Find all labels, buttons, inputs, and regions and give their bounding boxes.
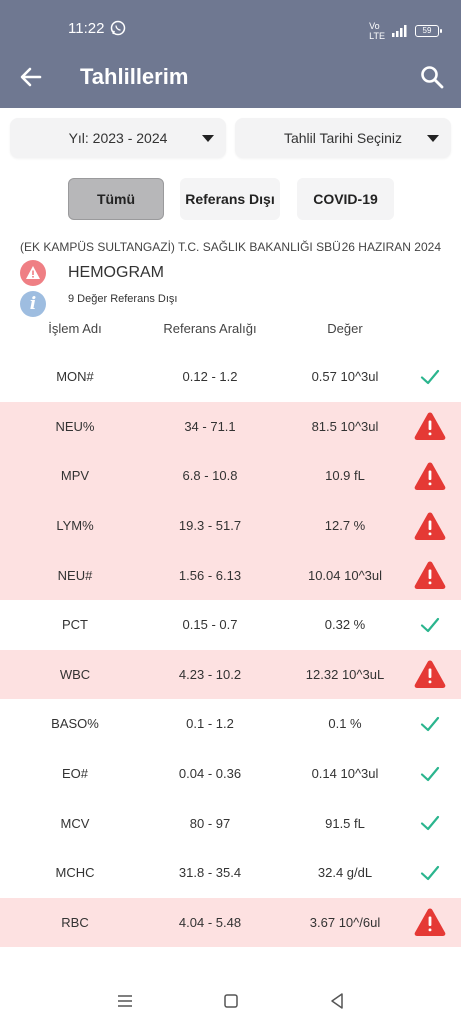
app-bar: Tahlillerim bbox=[0, 48, 461, 108]
test-date-dropdown-label: Tahlil Tarihi Seçiniz bbox=[283, 130, 402, 146]
caret-down-icon bbox=[427, 135, 439, 142]
test-param-name: EO# bbox=[61, 766, 88, 782]
reference-range: 80 - 97 bbox=[189, 815, 231, 831]
column-header-range: Referans Aralığı bbox=[163, 321, 257, 336]
check-icon bbox=[410, 749, 450, 799]
warning-triangle-icon bbox=[410, 650, 450, 700]
column-header-name: İşlem Adı bbox=[48, 321, 102, 336]
warning-triangle-icon bbox=[410, 898, 450, 948]
table-row: MON# 0.12 - 1.2 0.57 10^3ul bbox=[0, 352, 461, 402]
year-dropdown-label: Yıl: 2023 - 2024 bbox=[68, 130, 168, 146]
report-date: 26 HAZIRAN 2024 bbox=[341, 240, 441, 254]
result-value: 3.67 10^/6ul bbox=[309, 914, 381, 930]
signal-icon bbox=[392, 25, 407, 37]
table-row: LYM% 19.3 - 51.7 12.7 % bbox=[0, 500, 461, 551]
reference-range: 1.56 - 6.13 bbox=[178, 567, 242, 583]
info-icon: i bbox=[20, 291, 46, 317]
result-value: 10.04 10^3ul bbox=[307, 567, 383, 583]
result-value: 0.57 10^3ul bbox=[311, 369, 379, 385]
test-date-dropdown[interactable]: Tahlil Tarihi Seçiniz bbox=[235, 118, 451, 158]
table-row: NEU# 1.56 - 6.13 10.04 10^3ul bbox=[0, 550, 461, 600]
warning-triangle-icon bbox=[410, 451, 450, 501]
test-name: HEMOGRAM bbox=[68, 264, 164, 281]
tab-covid[interactable]: COVID-19 bbox=[297, 178, 394, 220]
lab-name: (EK KAMPÜS SULTANGAZİ) T.C. SAĞLIK BAKAN… bbox=[20, 240, 341, 254]
table-row: NEU% 34 - 71.1 81.5 10^3ul bbox=[0, 401, 461, 452]
test-param-name: MPV bbox=[60, 468, 90, 484]
column-header-value: Değer bbox=[327, 321, 363, 336]
reference-range: 0.1 - 1.2 bbox=[186, 716, 234, 732]
reference-range: 0.15 - 0.7 bbox=[182, 617, 238, 633]
reference-range: 6.8 - 10.8 bbox=[182, 468, 238, 484]
table-row: MCV 80 - 97 91.5 fL bbox=[0, 798, 461, 848]
reference-range: 19.3 - 51.7 bbox=[178, 518, 242, 534]
table-row: PCT 0.15 - 0.7 0.32 % bbox=[0, 599, 461, 650]
reference-range: 0.12 - 1.2 bbox=[182, 369, 238, 385]
reference-range: 4.04 - 5.48 bbox=[178, 914, 242, 930]
check-icon bbox=[410, 352, 450, 402]
result-value: 81.5 10^3ul bbox=[311, 418, 379, 434]
test-param-name: RBC bbox=[61, 914, 89, 930]
table-row: WBC 4.23 - 10.2 12.32 10^3uL bbox=[0, 649, 461, 700]
system-nav-bar bbox=[0, 976, 461, 1024]
back-arrow-icon[interactable] bbox=[18, 64, 44, 90]
tab-out-of-range[interactable]: Referans Dışı bbox=[180, 178, 280, 220]
battery-icon: 59 bbox=[415, 25, 442, 37]
table-row: BASO% 0.1 - 1.2 0.1 % bbox=[0, 699, 461, 749]
results-table: MON# 0.12 - 1.2 0.57 10^3ul NEU% 34 - 71.1 81… bbox=[0, 352, 461, 948]
test-param-name: BASO% bbox=[51, 716, 99, 732]
reference-range: 31.8 - 35.4 bbox=[178, 865, 242, 881]
test-param-name: MCV bbox=[60, 815, 90, 831]
test-param-name: NEU# bbox=[57, 567, 93, 583]
result-value: 10.9 fL bbox=[325, 468, 365, 484]
system-icons: Vo LTE 59 bbox=[369, 21, 442, 41]
test-param-name: PCT bbox=[62, 617, 88, 633]
test-param-name: LYM% bbox=[56, 518, 94, 534]
table-row: MPV 6.8 - 10.8 10.9 fL bbox=[0, 451, 461, 501]
warning-triangle-icon bbox=[410, 402, 450, 452]
table-row: EO# 0.04 - 0.36 0.14 10^3ul bbox=[0, 748, 461, 799]
warning-triangle-icon bbox=[410, 501, 450, 551]
check-icon bbox=[410, 798, 450, 848]
status-bar: 11:22 Vo LTE 59 bbox=[0, 0, 461, 48]
back-icon[interactable] bbox=[326, 990, 348, 1012]
test-param-name: NEU% bbox=[55, 418, 95, 434]
reference-range: 4.23 - 10.2 bbox=[178, 666, 242, 682]
status-time: 11:22 bbox=[68, 20, 105, 37]
result-value: 32.4 g/dL bbox=[317, 865, 373, 881]
warning-icon bbox=[20, 260, 46, 286]
home-icon[interactable] bbox=[220, 990, 242, 1012]
table-row: RBC 4.04 - 5.48 3.67 10^/6ul bbox=[0, 897, 461, 948]
reference-range: 34 - 71.1 bbox=[184, 418, 236, 434]
tab-all[interactable]: Tümü bbox=[68, 178, 164, 220]
result-value: 0.1 % bbox=[328, 716, 362, 732]
result-value: 0.32 % bbox=[324, 617, 366, 633]
table-row: MCHC 31.8 - 35.4 32.4 g/dL bbox=[0, 847, 461, 898]
search-icon[interactable] bbox=[419, 64, 445, 90]
check-icon bbox=[410, 699, 450, 749]
menu-icon[interactable] bbox=[114, 990, 136, 1012]
result-value: 12.7 % bbox=[324, 518, 366, 534]
year-dropdown[interactable]: Yıl: 2023 - 2024 bbox=[10, 118, 226, 158]
warning-triangle-icon bbox=[410, 550, 450, 600]
check-icon bbox=[410, 600, 450, 650]
whatsapp-icon bbox=[110, 20, 126, 36]
page-title: Tahlillerim bbox=[80, 64, 189, 89]
reference-range: 0.04 - 0.36 bbox=[178, 766, 242, 782]
result-value: 91.5 fL bbox=[325, 815, 365, 831]
check-icon bbox=[410, 848, 450, 898]
result-value: 0.14 10^3ul bbox=[311, 766, 379, 782]
battery-level: 59 bbox=[422, 26, 432, 35]
out-of-range-count: 9 Değer Referans Dışı bbox=[68, 293, 178, 305]
test-param-name: MON# bbox=[56, 369, 94, 385]
test-param-name: MCHC bbox=[55, 865, 95, 881]
result-value: 12.32 10^3uL bbox=[305, 666, 385, 682]
caret-down-icon bbox=[202, 135, 214, 142]
test-param-name: WBC bbox=[59, 666, 91, 682]
volte-icon: Vo LTE bbox=[369, 21, 385, 41]
